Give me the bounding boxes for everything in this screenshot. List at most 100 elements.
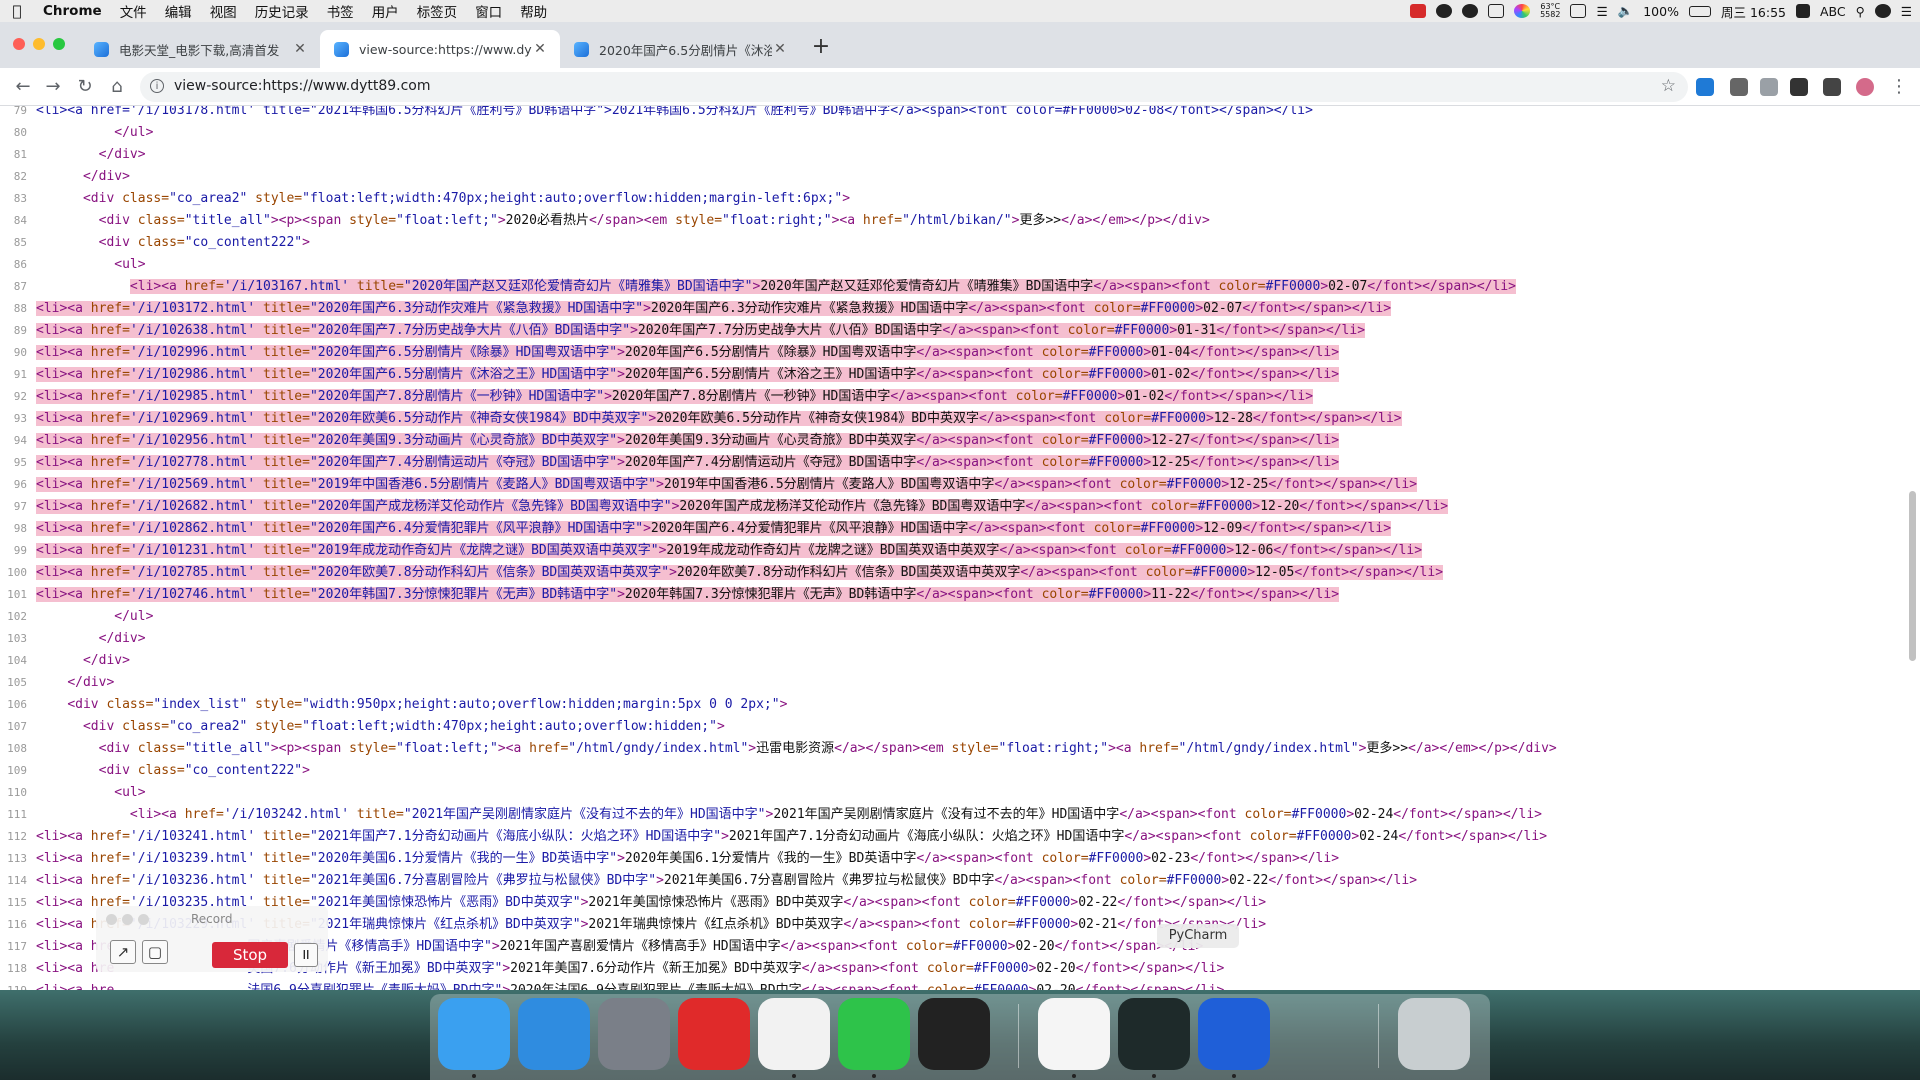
bookmark-star-icon[interactable]: ☆ — [1661, 76, 1676, 96]
source-line[interactable]: 86 <ul> — [0, 254, 1900, 276]
menu-help[interactable]: 帮助 — [511, 1, 556, 21]
close-tab-icon[interactable]: ✕ — [772, 41, 788, 57]
new-tab-button[interactable]: + — [808, 34, 834, 60]
home-icon[interactable]: ⌂ — [104, 74, 130, 100]
vertical-scrollbar[interactable] — [1909, 491, 1916, 661]
stop-recording-button[interactable]: Stop — [212, 942, 288, 968]
wechat-status-icon[interactable] — [1462, 4, 1479, 18]
capture-rectangle-icon[interactable]: ▢ — [142, 940, 168, 964]
source-line[interactable]: 109 <div class="co_content222"> — [0, 760, 1900, 782]
source-line[interactable]: 97 <li><a href='/i/102682.html' title="20… — [0, 496, 1900, 518]
menu-history[interactable]: 历史记录 — [246, 1, 318, 21]
source-line[interactable]: 98 <li><a href='/i/102862.html' title="20… — [0, 518, 1900, 540]
more-menu-icon[interactable]: ⋮ — [1886, 74, 1912, 100]
recorder-minimize-icon[interactable] — [122, 914, 133, 925]
source-line[interactable]: 88 <li><a href='/i/103172.html' title="20… — [0, 298, 1900, 320]
source-line[interactable]: 104 </div> — [0, 650, 1900, 672]
battery-status-icon[interactable] — [1570, 4, 1587, 18]
source-line[interactable]: 102 </ul> — [0, 606, 1900, 628]
source-line[interactable]: 106 <div class="index_list" style="width… — [0, 694, 1900, 716]
dock-thunder-icon[interactable] — [1198, 998, 1270, 1070]
source-line[interactable]: 81 </div> — [0, 144, 1900, 166]
source-line[interactable]: 103 </div> — [0, 628, 1900, 650]
source-line[interactable]: 87 <li><a href='/i/103167.html' title="2… — [0, 276, 1900, 298]
cpu-stats[interactable]: 63°C 5582 — [1540, 3, 1560, 19]
recorder-close-icon[interactable] — [106, 914, 117, 925]
battery-icon[interactable] — [1688, 5, 1711, 17]
extension-cursor-icon[interactable] — [1790, 78, 1808, 96]
menu-bookmarks[interactable]: 书签 — [318, 1, 363, 21]
dock-finder-icon[interactable] — [438, 998, 510, 1070]
close-window-button[interactable] — [13, 38, 25, 50]
dock-pycharm-icon[interactable] — [1118, 998, 1190, 1070]
close-tab-icon[interactable]: ✕ — [292, 41, 308, 57]
profile-avatar-icon[interactable] — [1856, 78, 1874, 96]
tab-dytt-home[interactable]: 电影天堂_电影下载,高清首发 ✕ — [80, 30, 320, 68]
source-line[interactable]: 79 <li><a href='/i/103178.html' title="20… — [0, 106, 1900, 122]
source-view[interactable]: 79 <li><a href='/i/103178.html' title="20… — [0, 106, 1920, 990]
source-line[interactable]: 92 <li><a href='/i/102985.html' title="20… — [0, 386, 1900, 408]
menu-people[interactable]: 用户 — [363, 1, 408, 21]
source-line[interactable]: 85 <div class="co_content222"> — [0, 232, 1900, 254]
source-line[interactable]: 95 <li><a href='/i/102778.html' title="20… — [0, 452, 1900, 474]
source-line[interactable]: 107 <div class="co_area2" style="float:l… — [0, 716, 1900, 738]
k-icon[interactable] — [1488, 4, 1505, 18]
menu-tabs[interactable]: 标签页 — [408, 1, 467, 21]
dock-typora-icon[interactable] — [1038, 998, 1110, 1070]
source-line[interactable]: 101 <li><a href='/i/102746.html' title="2… — [0, 584, 1900, 606]
source-line[interactable]: 94 <li><a href='/i/102956.html' title="20… — [0, 430, 1900, 452]
extension-shield-icon[interactable] — [1760, 78, 1778, 96]
input-method-label[interactable]: ABC — [1820, 4, 1846, 19]
menu-window[interactable]: 窗口 — [466, 1, 511, 21]
spotlight-icon[interactable]: ⚲ — [1856, 4, 1865, 19]
source-line[interactable]: 108 <div class="title_all"><p><span styl… — [0, 738, 1900, 760]
flash-icon[interactable] — [1436, 4, 1453, 18]
source-line[interactable]: 91 <li><a href='/i/102986.html' title="20… — [0, 364, 1900, 386]
user-avatar-icon[interactable] — [1874, 4, 1891, 18]
source-line[interactable]: 89 <li><a href='/i/102638.html' title="20… — [0, 320, 1900, 342]
clock[interactable]: 周三 16:55 — [1721, 2, 1786, 21]
annotate-arrow-icon[interactable]: ↗ — [110, 940, 136, 964]
source-line[interactable]: 90 <li><a href='/i/102996.html' title="20… — [0, 342, 1900, 364]
source-line[interactable]: 112 <li><a href='/i/103241.html' title="2… — [0, 826, 1900, 848]
dock-qq-icon[interactable] — [918, 998, 990, 1070]
info-icon[interactable]: i — [150, 79, 164, 93]
source-line[interactable]: 100 <li><a href='/i/102785.html' title="2… — [0, 562, 1900, 584]
dock-wechat-icon[interactable] — [838, 998, 910, 1070]
input-method-icon[interactable] — [1795, 4, 1810, 18]
source-line[interactable]: 99 <li><a href='/i/101231.html' title="20… — [0, 540, 1900, 562]
extension-v-icon[interactable] — [1730, 78, 1748, 96]
source-line[interactable]: 105 </div> — [0, 672, 1900, 694]
source-line[interactable]: 119 <li><a hre 法国6.9分喜剧犯罪片《毒贩大妈》BD中字">202… — [0, 980, 1900, 990]
address-bar[interactable]: i view-source:https://www.dytt89.com ☆ — [140, 72, 1688, 102]
source-line[interactable]: 111 <li><a href='/i/103242.html' title="… — [0, 804, 1900, 826]
pause-recording-button[interactable]: II — [294, 943, 318, 967]
dock-launchpad-icon[interactable] — [598, 998, 670, 1070]
source-line[interactable]: 114 <li><a href='/i/103236.html' title="2… — [0, 870, 1900, 892]
dock-safari-icon[interactable] — [518, 998, 590, 1070]
source-line[interactable]: 113 <li><a href='/i/103239.html' title="2… — [0, 848, 1900, 870]
extensions-puzzle-icon[interactable] — [1823, 78, 1841, 96]
wifi-icon[interactable]: ☰ — [1596, 4, 1607, 19]
menu-app-name[interactable]: Chrome — [34, 3, 111, 19]
forward-arrow-icon[interactable]: → — [40, 74, 66, 100]
source-line[interactable]: 82 </div> — [0, 166, 1900, 188]
zoom-window-button[interactable] — [53, 38, 65, 50]
menu-edit[interactable]: 编辑 — [156, 1, 201, 21]
dock-trash-icon[interactable] — [1398, 998, 1470, 1070]
minimize-window-button[interactable] — [33, 38, 45, 50]
recorder-zoom-icon[interactable] — [138, 914, 149, 925]
volume-icon[interactable]: 🔈 — [1618, 3, 1634, 19]
notification-center-icon[interactable]: ☰ — [1901, 4, 1912, 19]
screen-record-status-icon[interactable] — [1410, 4, 1427, 18]
source-line[interactable]: 80 </ul> — [0, 122, 1900, 144]
source-line[interactable]: 96 <li><a href='/i/102569.html' title="20… — [0, 474, 1900, 496]
source-line[interactable]: 93 <li><a href='/i/102969.html' title="20… — [0, 408, 1900, 430]
extension-s-icon[interactable] — [1696, 78, 1714, 96]
battery-percent[interactable]: 100% — [1643, 4, 1679, 19]
source-line[interactable]: 84 <div class="title_all"><p><span style… — [0, 210, 1900, 232]
tab-view-source[interactable]: view-source:https://www.dytt ✕ — [320, 30, 560, 68]
menu-view[interactable]: 视图 — [201, 1, 246, 21]
source-line[interactable]: 110 <ul> — [0, 782, 1900, 804]
dock-chrome-icon[interactable] — [758, 998, 830, 1070]
